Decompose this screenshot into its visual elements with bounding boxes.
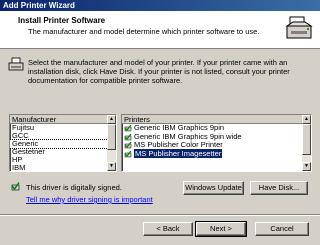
manufacturer-item[interactable]: IBM <box>10 164 116 172</box>
scroll-thumb[interactable] <box>107 124 116 150</box>
header-title: Install Printer Software <box>18 16 106 25</box>
windows-update-button[interactable]: Windows Update <box>183 181 244 195</box>
signed-driver-icon <box>11 182 20 191</box>
next-button[interactable]: Next > <box>195 221 247 237</box>
printer-icon <box>285 16 313 39</box>
scroll-down-button[interactable]: ▼ <box>107 162 116 171</box>
signed-driver-icon <box>124 125 132 132</box>
printer-small-icon <box>8 57 24 71</box>
printers-scrollbar[interactable]: ▲ ▼ <box>302 115 311 171</box>
manufacturer-list[interactable]: Manufacturer Fujitsu GCC Generic Gestetn… <box>9 114 117 172</box>
manufacturer-scrollbar[interactable]: ▲ ▼ <box>107 115 116 171</box>
driver-signed-text: This driver is digitally signed. <box>26 183 122 192</box>
intro-text: Select the manufacturer and model of you… <box>28 58 290 85</box>
manufacturer-item[interactable]: Gestetner <box>10 148 116 156</box>
scroll-up-button[interactable]: ▲ <box>302 115 311 124</box>
footer-divider <box>0 214 320 216</box>
signed-driver-icon <box>124 150 132 157</box>
printer-item-selected[interactable]: MS Publisher Imagesetter <box>122 148 311 159</box>
have-disk-button[interactable]: Have Disk... <box>250 181 308 195</box>
signed-driver-icon <box>124 133 132 140</box>
scroll-thumb[interactable] <box>302 124 311 155</box>
back-button[interactable]: < Back <box>143 222 193 236</box>
printers-list[interactable]: Printers Generic IBM Graphics 9pin Gener… <box>121 114 312 172</box>
signed-driver-icon <box>124 142 132 149</box>
manufacturer-item[interactable]: HP <box>10 156 116 164</box>
printer-item-label: MS Publisher Color Printer <box>134 140 223 149</box>
printer-item-label: MS Publisher Imagesetter <box>134 148 223 158</box>
header-subtitle: The manufacturer and model determine whi… <box>28 27 260 36</box>
driver-signing-link[interactable]: Tell me why driver signing is important <box>26 195 153 204</box>
wizard-header: Install Printer Software The manufacture… <box>0 11 320 49</box>
scroll-down-button[interactable]: ▼ <box>302 162 311 171</box>
window-title: Add Printer Wizard <box>0 0 320 11</box>
scroll-up-button[interactable]: ▲ <box>107 115 116 124</box>
cancel-button[interactable]: Cancel <box>255 222 309 236</box>
